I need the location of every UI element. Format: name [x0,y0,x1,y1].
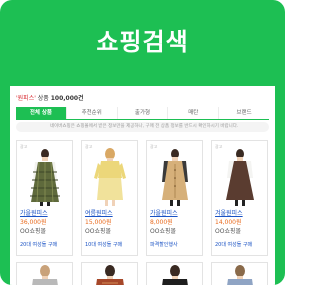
product-price: 36,000원 [20,219,47,226]
search-results-panel: '원피스' 상품 100,000건 전체 상품 추천순위 출가형 매탄 브랜드 … [10,86,275,285]
tab-recommended[interactable]: 추천순위 [66,107,118,119]
product-card[interactable]: 광고 겨울원피스 14,000원 OO쇼핑몰 20대 여성들 구매 [211,140,268,256]
yellow-dress-icon [94,148,126,206]
brown-sweater-icon [96,265,124,285]
product-grid: 광고 가을원피스 36,000원 OO쇼핑몰 20대 여성들 구매 광고 여름원… [16,140,269,256]
product-price: 14,000원 [215,219,242,226]
beige-vest-dress-icon [162,149,188,206]
product-hint[interactable]: 20대 여성들 구매 [215,241,252,248]
product-card[interactable]: 광고 가을원피스 36,000원 OO쇼핑몰 20대 여성들 구매 [16,140,73,256]
product-hint[interactable]: 20대 여성들 구매 [20,241,57,248]
product-card[interactable]: 광고 가을원피스 8,000원 OO쇼핑몰 파격할인행사 [146,140,203,256]
tab-sales[interactable]: 매탄 [168,107,220,119]
product-store-link[interactable]: 가을원피스 [150,208,178,217]
grey-top-icon [32,265,58,285]
product-source: OO쇼핑몰 [150,228,177,235]
notice-bar: 네이버쇼핑은 쇼핑몰에서 받은 정보만을 제공하나, 구매 전 상품 정보를 반… [16,122,269,132]
product-source: OO쇼핑몰 [85,228,112,235]
product-card[interactable] [81,262,138,285]
product-store-link[interactable]: 여름원피스 [85,208,113,217]
tab-all-products[interactable]: 전체 상품 [16,107,67,119]
result-count: 100,000건 [50,95,84,102]
product-card[interactable] [211,262,268,285]
app-title: 쇼핑검색 [96,28,189,56]
black-top-icon [162,265,188,285]
filter-tabs: 전체 상품 추천순위 출가형 매탄 브랜드 [16,107,269,120]
product-card[interactable] [16,262,73,285]
product-price: 15,000원 [85,219,112,226]
result-keyword: '원피스' [16,95,36,102]
result-label: 상품 [35,95,51,102]
product-card[interactable] [146,262,203,285]
product-store-link[interactable]: 겨울원피스 [215,208,243,217]
product-price: 8,000원 [150,219,173,226]
product-source: OO쇼핑몰 [215,228,242,235]
product-hint[interactable]: 파격할인행사 [150,241,178,248]
brown-dress-icon [226,149,254,206]
plaid-dress-icon [30,149,60,206]
product-source: OO쇼핑몰 [20,228,47,235]
result-summary: '원피스' 상품 100,000건 [16,93,84,102]
product-grid-row-2 [16,262,269,285]
tab-brand[interactable]: 브랜드 [219,107,269,119]
product-store-link[interactable]: 가을원피스 [20,208,48,217]
product-card[interactable]: 광고 여름원피스 15,000원 OO쇼핑몰 10대 여성들 구매 [81,140,138,256]
blue-top-icon [227,265,253,285]
tab-type[interactable]: 출가형 [117,107,169,119]
product-hint[interactable]: 10대 여성들 구매 [85,241,122,248]
app-frame: 쇼핑검색 '원피스' 상품 100,000건 전체 상품 추천순위 출가형 매탄… [0,0,285,285]
